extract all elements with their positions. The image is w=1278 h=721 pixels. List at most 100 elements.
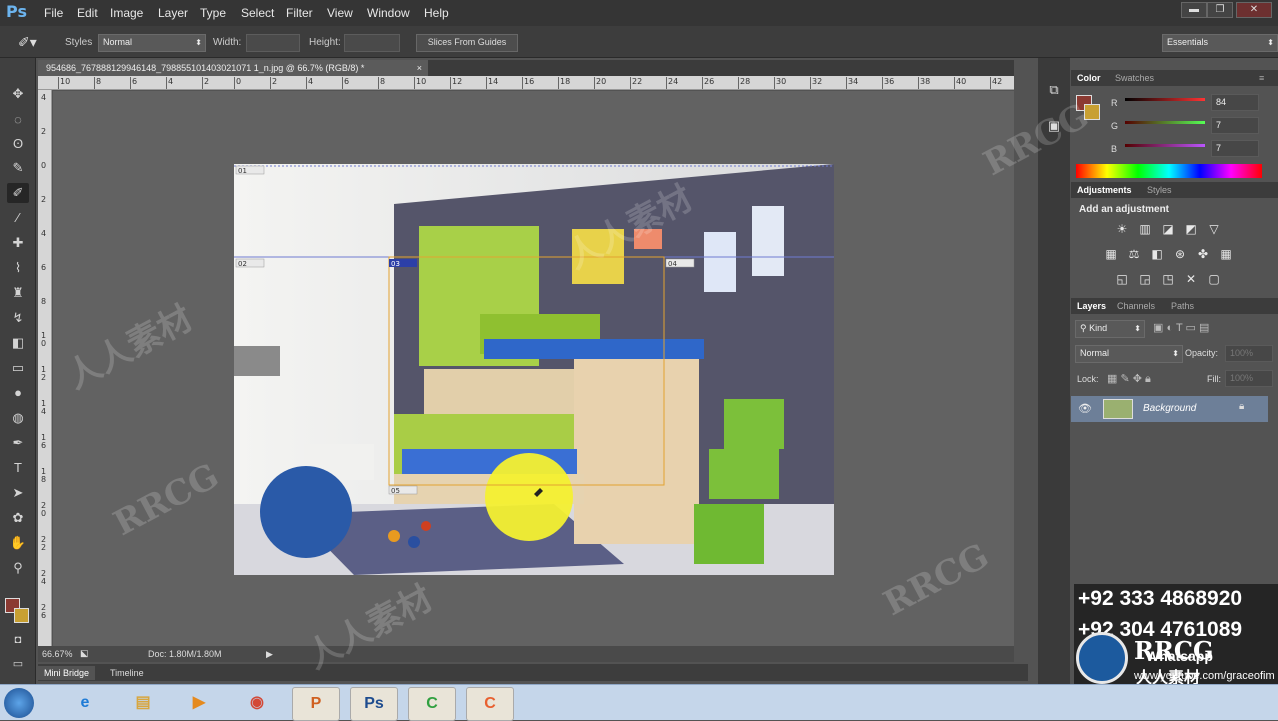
posterize-icon[interactable]: ◲ <box>1137 272 1153 286</box>
type-tool-icon[interactable]: T <box>7 458 29 478</box>
menu-filter[interactable]: Filter <box>286 6 313 20</box>
layer-kind-filter[interactable]: ⚲ Kind ⬍ <box>1075 320 1145 338</box>
bw-icon[interactable]: ◧ <box>1149 247 1165 261</box>
threshold-icon[interactable]: ◳ <box>1160 272 1176 286</box>
height-field[interactable] <box>344 34 400 52</box>
status-info-icon[interactable]: ⬕ <box>80 648 89 659</box>
invert-icon[interactable]: ◱ <box>1114 272 1130 286</box>
tab-swatches[interactable]: Swatches <box>1115 73 1154 83</box>
close-window-button[interactable]: ✕ <box>1236 2 1272 18</box>
restore-button[interactable]: ❐ <box>1207 2 1233 18</box>
horizontal-ruler[interactable]: 10 8 6 4 2 0 2 4 6 8 10 12 14 16 18 20 2… <box>38 76 1014 90</box>
menu-select[interactable]: Select <box>241 6 274 20</box>
channel-g-slider[interactable] <box>1125 121 1205 124</box>
menu-window[interactable]: Window <box>367 6 410 20</box>
brightness-icon[interactable]: ☀ <box>1114 222 1130 236</box>
dodge-tool-icon[interactable]: ◍ <box>7 408 29 428</box>
menu-type[interactable]: Type <box>200 6 226 20</box>
stamp-tool-icon[interactable]: ♜ <box>7 283 29 303</box>
quick-mask-icon[interactable]: ◘ <box>7 630 29 650</box>
tab-timeline[interactable]: Timeline <box>104 666 150 680</box>
internet-explorer-icon[interactable]: e <box>62 687 108 719</box>
brush-tool-icon[interactable]: ⌇ <box>7 258 29 278</box>
channel-r-value[interactable]: 84 <box>1211 94 1259 111</box>
menu-view[interactable]: View <box>327 6 353 20</box>
quick-select-tool-icon[interactable]: ✎ <box>7 158 29 178</box>
document-image[interactable]: 01 02 03 04 05 <box>234 164 834 575</box>
history-panel-icon[interactable]: ⧉ <box>1043 82 1065 104</box>
filter-pixel-icon[interactable]: ▣ ◐ T ▭ ▤ <box>1153 321 1209 334</box>
menu-image[interactable]: Image <box>110 6 143 20</box>
gradient-map-icon[interactable]: ▢ <box>1206 272 1222 286</box>
file-explorer-icon[interactable]: ▤ <box>120 687 166 719</box>
photo-filter-icon[interactable]: ⊛ <box>1172 247 1188 261</box>
chrome-icon[interactable]: ◉ <box>234 687 280 719</box>
color-spectrum-bar[interactable] <box>1076 164 1262 178</box>
start-button[interactable] <box>4 688 34 718</box>
minimize-button[interactable]: ▬ <box>1181 2 1207 18</box>
marquee-tool-icon[interactable]: ◌ <box>7 110 29 130</box>
move-tool-icon[interactable]: ✥ <box>7 84 29 104</box>
panel-menu-icon[interactable]: ≡ <box>1259 73 1264 83</box>
properties-panel-icon[interactable]: ▣ <box>1043 118 1065 140</box>
tab-paths[interactable]: Paths <box>1171 301 1194 311</box>
balance-icon[interactable]: ⚖ <box>1126 247 1142 261</box>
media-player-icon[interactable]: ▶ <box>176 687 222 719</box>
channel-b-value[interactable]: 7 <box>1211 140 1259 157</box>
color-lookup-icon[interactable]: ▦ <box>1218 247 1234 261</box>
eraser-tool-icon[interactable]: ◧ <box>7 333 29 353</box>
eyedropper-tool-icon[interactable]: ⁄ <box>7 208 29 228</box>
blend-mode-select[interactable]: Normal ⬍ <box>1075 345 1183 363</box>
tab-layers[interactable]: Layers <box>1077 301 1106 311</box>
menu-edit[interactable]: Edit <box>77 6 98 20</box>
slices-from-guides-button[interactable]: Slices From Guides <box>416 34 518 52</box>
document-tab[interactable]: 954686_767888129946148_79885510140302107… <box>38 60 428 76</box>
zoom-tool-icon[interactable]: ⚲ <box>7 558 29 578</box>
exposure-icon[interactable]: ◩ <box>1183 222 1199 236</box>
background-color-swatch[interactable] <box>14 608 29 623</box>
selective-color-icon[interactable]: ✕ <box>1183 272 1199 286</box>
vibrance-icon[interactable]: ▽ <box>1206 222 1222 236</box>
powerpoint-icon[interactable]: P <box>292 687 340 721</box>
tab-color[interactable]: Color <box>1077 73 1101 83</box>
channel-mixer-icon[interactable]: ✤ <box>1195 247 1211 261</box>
tab-styles[interactable]: Styles <box>1147 185 1172 195</box>
slice-tool-icon[interactable]: ✐ <box>7 183 29 203</box>
hand-tool-icon[interactable]: ✋ <box>7 533 29 553</box>
tab-mini-bridge[interactable]: Mini Bridge <box>38 666 96 680</box>
menu-help[interactable]: Help <box>424 6 449 20</box>
styles-select[interactable]: Normal ⬍ <box>98 34 206 52</box>
tab-adjustments[interactable]: Adjustments <box>1077 185 1132 195</box>
lasso-tool-icon[interactable]: ʘ <box>7 134 29 154</box>
visibility-eye-icon[interactable]: 👁︎ <box>1078 402 1092 415</box>
curves-icon[interactable]: ◪ <box>1160 222 1176 236</box>
hue-icon[interactable]: ▦ <box>1103 247 1119 261</box>
path-select-tool-icon[interactable]: ➤ <box>7 483 29 503</box>
width-field[interactable] <box>246 34 300 52</box>
channel-b-slider[interactable] <box>1125 144 1205 147</box>
layer-name[interactable]: Background <box>1143 403 1196 414</box>
lock-icons[interactable]: ▦ ✎ ✥ 🔒︎ <box>1107 372 1151 386</box>
layer-row-background[interactable]: 👁︎ Background 🔒︎ <box>1071 396 1268 422</box>
photoshop-taskbar-icon[interactable]: Ps <box>350 687 398 721</box>
menu-layer[interactable]: Layer <box>158 6 188 20</box>
fill-field[interactable]: 100% <box>1225 370 1273 387</box>
history-brush-icon[interactable]: ↯ <box>7 308 29 328</box>
camtasia-icon[interactable]: C <box>408 687 456 721</box>
tab-channels[interactable]: Channels <box>1117 301 1155 311</box>
shape-tool-icon[interactable]: ✿ <box>7 508 29 528</box>
vertical-ruler[interactable]: 4 2 0 2 4 6 8 10 12 14 16 18 20 22 24 26 <box>38 90 52 646</box>
color-bg-swatch[interactable] <box>1084 104 1100 120</box>
workspace-select[interactable]: Essentials ⬍ <box>1162 34 1278 52</box>
blur-tool-icon[interactable]: ● <box>7 383 29 403</box>
slice-tool-icon[interactable]: ✐▾ <box>18 34 37 51</box>
healing-tool-icon[interactable]: ✚ <box>7 233 29 253</box>
pen-tool-icon[interactable]: ✒ <box>7 433 29 453</box>
zoom-level[interactable]: 66.67% <box>42 649 73 659</box>
camtasia-recorder-icon[interactable]: C <box>466 687 514 721</box>
gradient-tool-icon[interactable]: ▭ <box>7 358 29 378</box>
screen-mode-icon[interactable]: ▭ <box>7 654 29 674</box>
channel-r-slider[interactable] <box>1125 98 1205 101</box>
status-menu-arrow-icon[interactable]: ▶ <box>266 649 273 660</box>
menu-file[interactable]: File <box>44 6 63 20</box>
